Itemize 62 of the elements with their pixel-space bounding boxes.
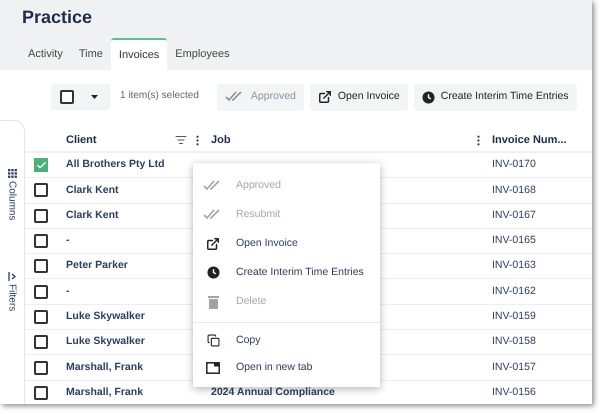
side-panel-tab[interactable]: Columns (4, 181, 20, 220)
menu-item[interactable]: Open Invoice (193, 229, 380, 258)
caret-icon (91, 95, 98, 99)
checkbox[interactable] (34, 259, 48, 274)
check-icon (36, 160, 46, 171)
column-header[interactable]: Client (66, 132, 175, 148)
job-cell-text: 2024 Annual Compliance (211, 384, 336, 400)
invoice-number-cell-text: INV-0163 (492, 258, 537, 274)
tab[interactable]: Invoices (110, 38, 168, 70)
filter-icon (8, 272, 16, 282)
window-icon (206, 362, 220, 374)
client-cell-text: - (66, 233, 70, 248)
page-title: Practice (21, 6, 94, 28)
menu-item[interactable]: Copy (193, 327, 380, 354)
client-cell-text: Marshall, Frank (66, 384, 144, 400)
clock-icon (422, 90, 435, 104)
client-cell-text: Clark Kent (66, 208, 120, 223)
checkbox[interactable] (34, 360, 48, 375)
invoice-number-cell-text: INV-0158 (492, 334, 537, 350)
trash-icon (208, 294, 218, 308)
checkbox[interactable] (34, 310, 48, 324)
tab[interactable]: Time (70, 38, 111, 70)
selection-count: 1 item(s) selected (120, 88, 199, 102)
clock-icon (206, 266, 220, 279)
tab[interactable]: Employees (167, 38, 238, 70)
invoice-number-cell-text: INV-0167 (492, 208, 537, 223)
menu-item[interactable]: Create Interim Time Entries (193, 258, 380, 287)
client-cell-text: Luke Skywalker (66, 334, 146, 350)
client-cell-text: All Brothers Pty Ltd (66, 157, 166, 172)
client-cell-text: Clark Kent (66, 182, 120, 198)
invoice-number-cell-text: INV-0165 (492, 233, 537, 248)
client-cell-text: Marshall, Frank (66, 360, 144, 375)
checkbox[interactable] (34, 183, 48, 198)
invoice-number-cell-text: INV-0168 (492, 182, 537, 198)
column-header[interactable]: Job (211, 132, 472, 148)
external-link-icon (206, 236, 220, 250)
checkbox[interactable] (34, 158, 48, 172)
filter-icon[interactable] (175, 134, 187, 146)
column-header[interactable]: Invoice Num... (492, 132, 592, 148)
checkbox[interactable] (34, 234, 48, 248)
checkbox[interactable] (34, 386, 48, 400)
client-cell-text: - (66, 284, 70, 299)
external-link-icon (318, 90, 332, 104)
copy-icon (206, 334, 220, 347)
invoice-number-cell-text: INV-0156 (492, 384, 537, 400)
tab[interactable]: Activity (20, 38, 71, 70)
toolbar-button[interactable]: Open Invoice (310, 84, 408, 110)
invoice-number-cell-text: INV-0157 (492, 360, 537, 375)
checkbox[interactable] (34, 208, 48, 223)
invoice-number-cell-text: INV-0162 (492, 284, 537, 299)
checkbox[interactable] (60, 90, 74, 104)
menu-item[interactable]: Open in new tab (193, 354, 380, 381)
checkbox[interactable] (34, 335, 48, 350)
checkbox[interactable] (34, 284, 48, 299)
invoice-number-cell-text: INV-0170 (492, 157, 537, 172)
client-cell-text: Luke Skywalker (66, 309, 146, 324)
invoice-number-cell-text: INV-0159 (492, 309, 537, 324)
toolbar-button[interactable]: Create Interim Time Entries (414, 84, 577, 110)
grid-icon (8, 169, 16, 178)
side-panel-tab[interactable]: Filters (4, 284, 20, 312)
client-cell-text: Peter Parker (66, 258, 129, 274)
select-dropdown[interactable] (51, 84, 110, 110)
